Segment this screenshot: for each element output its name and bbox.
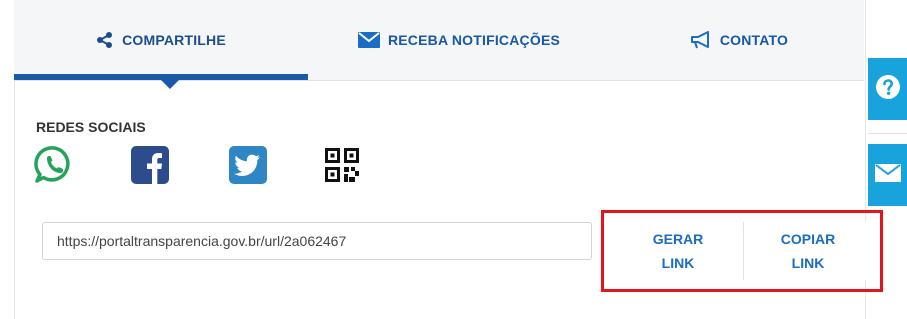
facebook-button[interactable] [130, 145, 170, 185]
share-url-field[interactable]: https://portaltransparencia.gov.br/url/2… [42, 222, 592, 260]
twitter-icon [228, 146, 268, 189]
active-tab-caret [161, 80, 179, 89]
megaphone-icon [690, 31, 712, 49]
facebook-icon [130, 146, 170, 189]
qr-code-icon [322, 148, 362, 189]
share-icon [96, 31, 114, 49]
whatsapp-icon [34, 146, 74, 189]
highlight-box [601, 210, 883, 292]
help-icon [875, 74, 901, 105]
tab-compartilhe[interactable]: COMPARTILHE [14, 0, 308, 80]
tab-receba-notificacoes[interactable]: RECEBA NOTIFICAÇÕES [314, 0, 604, 80]
tab-label: COMPARTILHE [122, 32, 226, 48]
envelope-icon [357, 32, 380, 48]
twitter-button[interactable] [228, 145, 268, 185]
side-divider [868, 133, 907, 134]
email-button[interactable] [868, 144, 907, 206]
section-title: REDES SOCIAIS [36, 119, 146, 135]
help-button[interactable] [868, 58, 907, 120]
qr-code-button[interactable] [322, 145, 362, 185]
envelope-icon [874, 163, 902, 188]
tab-label: CONTATO [719, 32, 789, 48]
whatsapp-button[interactable] [34, 145, 74, 185]
tab-label: RECEBA NOTIFICAÇÕES [387, 32, 561, 48]
tab-bar: COMPARTILHE RECEBA NOTIFICAÇÕES CONTATO [14, 0, 864, 81]
tab-contato[interactable]: CONTATO [614, 0, 864, 80]
share-url-text: https://portaltransparencia.gov.br/url/2… [57, 233, 347, 249]
